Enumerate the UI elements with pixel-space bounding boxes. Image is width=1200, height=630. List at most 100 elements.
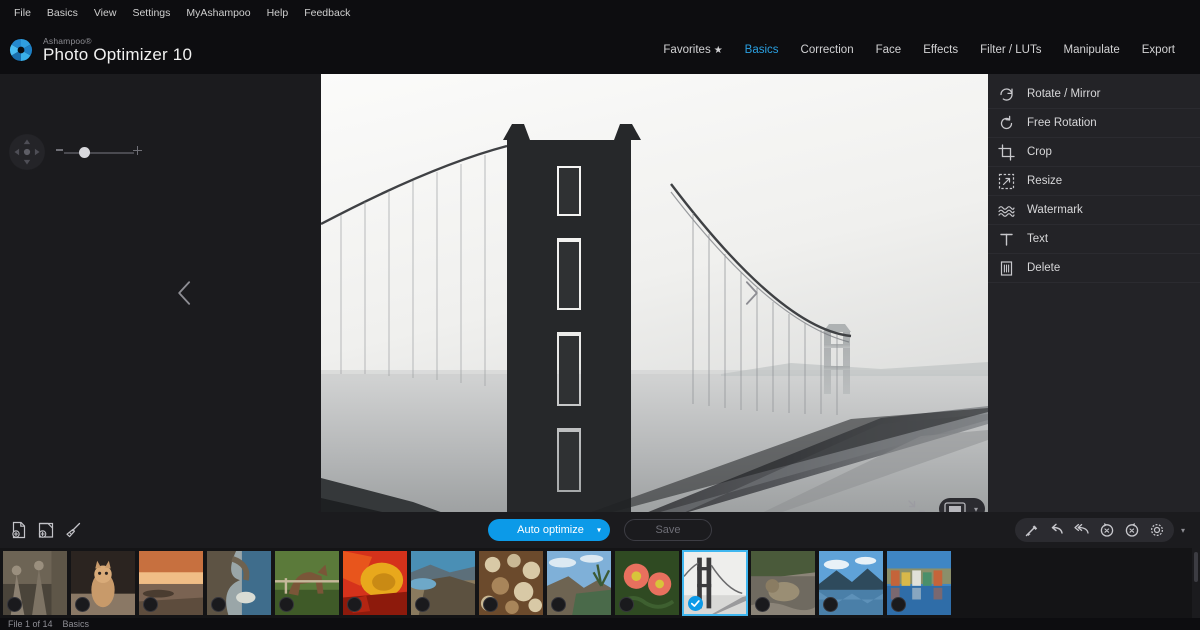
- menu-item-myashampoo[interactable]: MyAshampoo: [178, 5, 258, 22]
- tab-filter-luts[interactable]: Filter / LUTs: [969, 38, 1052, 62]
- reset-left-icon[interactable]: [1099, 522, 1115, 538]
- tool-free-rotation-label: Free Rotation: [1027, 117, 1097, 129]
- rotate-mirror-icon: [998, 86, 1015, 103]
- zoom-slider[interactable]: [56, 146, 142, 158]
- thumbnail-13[interactable]: [886, 550, 952, 616]
- tab-correction[interactable]: Correction: [790, 38, 865, 62]
- delete-icon: [998, 260, 1015, 277]
- filmstrip-scrollbar[interactable]: [1192, 548, 1200, 618]
- tool-watermark-label: Watermark: [1027, 204, 1083, 216]
- thumbnail-3[interactable]: [206, 550, 272, 616]
- save-button[interactable]: Save: [624, 519, 712, 541]
- menu-item-settings[interactable]: Settings: [124, 5, 178, 22]
- add-file-icon[interactable]: [10, 521, 28, 539]
- primary-actions: Auto optimize ▾ Save: [488, 519, 712, 541]
- status-bar: File 1 of 14 Basics: [0, 618, 1200, 630]
- menu-item-view[interactable]: View: [86, 5, 125, 22]
- thumbnail-11[interactable]: [750, 550, 816, 616]
- thumbnail-checkbox[interactable]: [483, 597, 498, 612]
- gear-icon[interactable]: [1149, 522, 1165, 538]
- thumbnail-10[interactable]: [682, 550, 748, 616]
- thumbnail-2[interactable]: [138, 550, 204, 616]
- menu-bar: File Basics View Settings MyAshampoo Hel…: [0, 0, 1200, 26]
- thumbnail-7[interactable]: [478, 550, 544, 616]
- thumbnail-checkbox[interactable]: [755, 597, 770, 612]
- tab-favorites-label: Favorites: [663, 44, 711, 56]
- minus-icon: [56, 149, 63, 151]
- filmstrip[interactable]: [0, 548, 1200, 618]
- history-toolbar: [1015, 518, 1174, 542]
- thumbnail-12[interactable]: [818, 550, 884, 616]
- undo-all-icon[interactable]: [1074, 522, 1090, 538]
- tool-text[interactable]: Text: [984, 225, 1200, 254]
- action-bar: Auto optimize ▾ Save ▾: [0, 512, 1200, 548]
- tool-delete[interactable]: Delete: [984, 254, 1200, 283]
- thumbnail-5[interactable]: [342, 550, 408, 616]
- tab-manipulate[interactable]: Manipulate: [1052, 38, 1130, 62]
- left-rail: [0, 74, 160, 512]
- resize-icon: [998, 173, 1015, 190]
- brand: Ashampoo® Photo Optimizer 10: [8, 36, 193, 64]
- auto-optimize-button[interactable]: Auto optimize ▾: [488, 519, 610, 541]
- thumbnail-checkbox[interactable]: [415, 597, 430, 612]
- history-actions: ▾: [1015, 518, 1190, 542]
- scrollbar-grip[interactable]: [1194, 552, 1198, 582]
- menu-item-basics[interactable]: Basics: [39, 5, 86, 22]
- photo-optimizer-window: File Basics View Settings MyAshampoo Hel…: [0, 0, 1200, 630]
- thumbnail-checkbox[interactable]: [551, 597, 566, 612]
- tab-export[interactable]: Export: [1131, 38, 1186, 62]
- tool-rotate-mirror-label: Rotate / Mirror: [1027, 88, 1101, 100]
- zoom-slider-track: [64, 152, 134, 154]
- tool-watermark[interactable]: Watermark: [984, 196, 1200, 225]
- add-folder-icon[interactable]: [37, 521, 55, 539]
- thumbnail-checkbox[interactable]: [279, 597, 294, 612]
- menu-item-feedback[interactable]: Feedback: [296, 5, 358, 22]
- thumbnail-checkbox[interactable]: [7, 597, 22, 612]
- tool-resize[interactable]: Resize: [984, 167, 1200, 196]
- tab-favorites[interactable]: Favorites ★: [652, 38, 733, 62]
- zoom-slider-handle[interactable]: [79, 147, 90, 158]
- tool-rotate-mirror[interactable]: Rotate / Mirror: [984, 80, 1200, 109]
- thumbnail-8[interactable]: [546, 550, 612, 616]
- pan-dpad-icon[interactable]: [9, 134, 45, 170]
- thumbnail-checkbox[interactable]: [619, 597, 634, 612]
- thumbnail-checkbox[interactable]: [211, 597, 226, 612]
- tab-effects[interactable]: Effects: [912, 38, 969, 62]
- chevron-down-icon[interactable]: ▾: [597, 526, 601, 535]
- tab-basics[interactable]: Basics: [734, 38, 790, 62]
- thumbnail-checkbox[interactable]: [891, 597, 906, 612]
- auto-optimize-label: Auto optimize: [517, 524, 584, 536]
- thumbnail-checkbox[interactable]: [688, 596, 703, 611]
- next-image-button[interactable]: [734, 271, 768, 315]
- crop-icon: [998, 143, 1015, 161]
- main-image[interactable]: Original: [321, 74, 988, 523]
- thumbnail-checkbox[interactable]: [75, 597, 90, 612]
- undo-icon[interactable]: [1049, 522, 1065, 538]
- thumbnail-6[interactable]: [410, 550, 476, 616]
- tool-crop-label: Crop: [1027, 146, 1052, 158]
- previous-image-button[interactable]: [168, 271, 202, 315]
- history-caret-icon[interactable]: ▾: [1176, 518, 1190, 542]
- status-mode: Basics: [62, 619, 90, 629]
- thumbnail-checkbox[interactable]: [347, 597, 362, 612]
- magic-wand-icon[interactable]: [1024, 522, 1040, 538]
- tool-text-label: Text: [1027, 233, 1049, 245]
- menu-item-file[interactable]: File: [6, 5, 39, 22]
- tool-crop[interactable]: Crop: [984, 138, 1200, 167]
- thumbnail-4[interactable]: [274, 550, 340, 616]
- watermark-icon: [998, 202, 1015, 219]
- thumbnail-checkbox[interactable]: [143, 597, 158, 612]
- tool-free-rotation[interactable]: Free Rotation: [984, 109, 1200, 138]
- thumbnail-0[interactable]: [2, 550, 68, 616]
- tab-face[interactable]: Face: [865, 38, 913, 62]
- app-title: Photo Optimizer 10: [43, 44, 193, 64]
- plus-icon: [133, 146, 142, 155]
- thumbnail-9[interactable]: [614, 550, 680, 616]
- thumbnail-1[interactable]: [70, 550, 136, 616]
- clear-broom-icon[interactable]: [64, 521, 82, 539]
- check-icon: [690, 600, 700, 607]
- reset-right-icon[interactable]: [1124, 522, 1140, 538]
- thumbnail-checkbox[interactable]: [823, 597, 838, 612]
- menu-item-help[interactable]: Help: [259, 5, 297, 22]
- tools-panel: Rotate / Mirror Free Rotation Crop Resiz…: [984, 74, 1200, 512]
